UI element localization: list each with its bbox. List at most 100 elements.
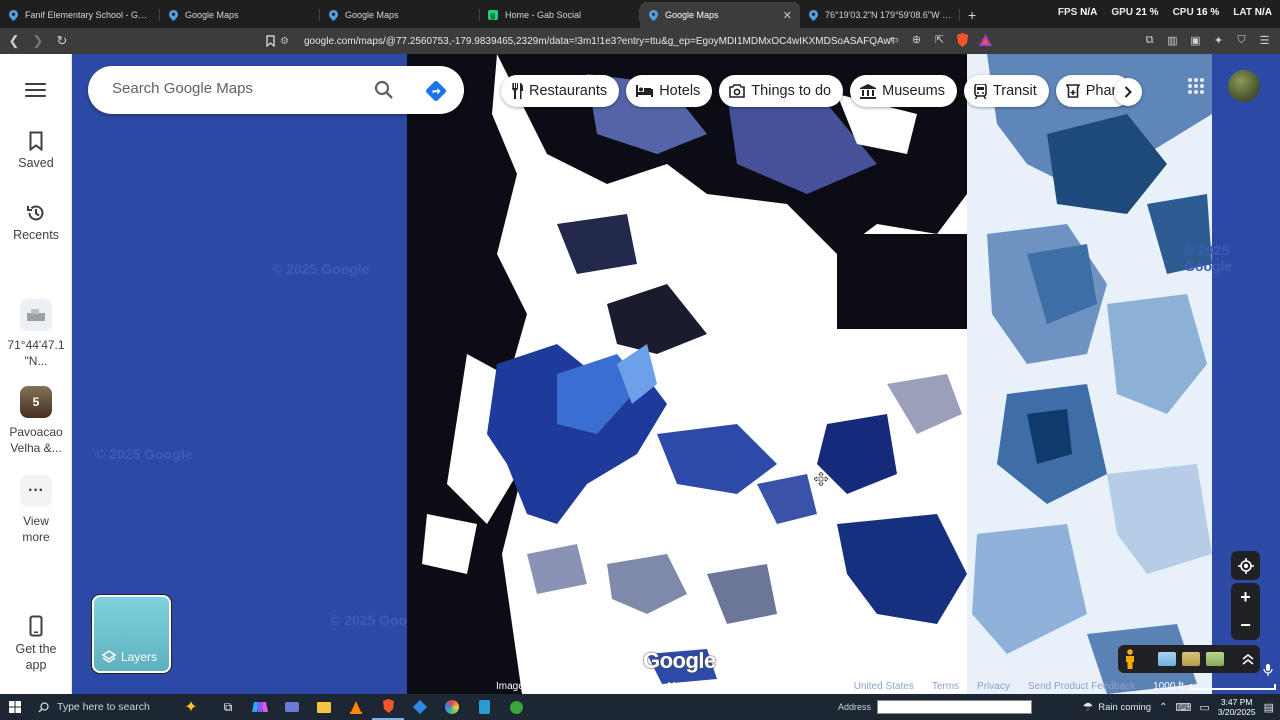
keyboard-icon[interactable]: ⌨ (1175, 701, 1191, 714)
extensions-icon[interactable]: ⧉ (1142, 33, 1157, 48)
chip-hotels[interactable]: Hotels (626, 75, 713, 107)
vpn-icon[interactable]: ⛉ (1234, 33, 1249, 48)
tab-3[interactable]: Google Maps (320, 2, 480, 28)
start-button[interactable] (0, 701, 30, 713)
windows-logo-icon (9, 701, 21, 713)
google-apps-button[interactable] (1188, 78, 1204, 94)
site-info-icon[interactable]: ⚙ (280, 36, 294, 47)
account-avatar[interactable] (1228, 70, 1260, 102)
recent-place-title-line1: Pavoacao (9, 425, 63, 439)
chip-things-to-do[interactable]: Things to do (719, 75, 844, 107)
address-input[interactable] (877, 700, 1033, 714)
layer-thumb-map[interactable] (1206, 652, 1224, 666)
screen-app[interactable] (276, 694, 308, 720)
terms-link[interactable]: Terms (932, 681, 959, 692)
share-icon[interactable]: ⇱ (932, 32, 947, 47)
taskbar-search[interactable]: Type here to search (30, 694, 170, 720)
xbox-app[interactable] (500, 694, 532, 720)
feedback-link[interactable]: Send Product Feedback (1028, 681, 1135, 692)
photo-count-badge: 5 (20, 386, 52, 418)
menu-icon[interactable]: ☰ (1257, 33, 1272, 48)
search-button[interactable] (373, 79, 395, 101)
tab-4[interactable]: g Home - Gab Social (480, 2, 640, 28)
view-more-button[interactable]: ··· View more (0, 475, 72, 545)
tab-5-active[interactable]: Google Maps ✕ (640, 2, 800, 28)
search-icon (38, 701, 49, 712)
paint-app[interactable] (436, 694, 468, 720)
scale-bar[interactable]: 1000 ft (1153, 681, 1276, 692)
chip-label: Museums (882, 83, 945, 99)
brave-shields-icon[interactable] (955, 32, 970, 47)
chip-label: Restaurants (529, 83, 608, 99)
move-cursor-icon (814, 472, 828, 486)
directions-button[interactable] (424, 79, 448, 103)
camera-icon (729, 84, 746, 98)
tab-6[interactable]: 76°19'03.2"N 179°59'08.6"W - Goog (800, 2, 960, 28)
diamond-app-icon (413, 700, 427, 714)
vlc-app[interactable] (340, 694, 372, 720)
search-input[interactable] (112, 80, 352, 97)
sidebar-icon[interactable]: ▥ (1165, 33, 1180, 48)
map-canvas[interactable]: © 2025 Google © 2025 Google © 2025 Googl… (72, 54, 1212, 694)
weather-widget[interactable]: ☂ Rain coming (1083, 700, 1152, 714)
visual-studio-app[interactable] (404, 694, 436, 720)
palette-icon (445, 700, 459, 714)
new-tab-button[interactable]: + (960, 2, 984, 28)
back-button[interactable]: ❮ (4, 31, 24, 51)
scale-ruler (1189, 683, 1276, 690)
zoom-icon[interactable]: ⊕ (909, 32, 924, 47)
tab-title: Home - Gab Social (505, 10, 582, 20)
brave-browser-app[interactable] (372, 694, 404, 720)
zoom-in-button[interactable]: + (1231, 584, 1260, 612)
chevron-up-icon[interactable] (1242, 653, 1254, 665)
copilot-icon (252, 702, 268, 712)
forward-button[interactable]: ❯ (28, 31, 48, 51)
directions-icon (426, 81, 446, 101)
my-location-button[interactable] (1231, 551, 1260, 580)
copilot-app[interactable] (244, 694, 276, 720)
layer-thumb-satellite[interactable] (1182, 652, 1200, 666)
file-explorer-app[interactable] (308, 694, 340, 720)
layer-thumb-terrain[interactable] (1158, 652, 1176, 666)
wallet-icon[interactable]: ▣ (1188, 33, 1203, 48)
saved-button[interactable]: Saved (0, 131, 72, 171)
maps-pin-icon (648, 9, 658, 21)
browser-toolbar: ❮ ❯ ↻ ⚙ google.com/maps/@77.2560753,-179… (0, 28, 1280, 54)
museum-icon (860, 83, 877, 99)
brave-icon (382, 699, 394, 713)
task-view-button[interactable]: ⧉ (212, 694, 244, 720)
main-menu-button[interactable] (25, 83, 46, 97)
brave-rewards-icon[interactable] (978, 32, 993, 47)
chips-next-button[interactable] (1114, 78, 1142, 106)
search-box (88, 66, 464, 114)
chip-restaurants[interactable]: Restaurants (501, 75, 620, 107)
recent-place-coordinates[interactable]: 71°44'47.1 "N... (0, 299, 72, 369)
close-tab-icon[interactable]: ✕ (783, 9, 792, 22)
privacy-link[interactable]: Privacy (977, 681, 1010, 692)
recent-place-pavoacao[interactable]: 5 Pavoacao Velha &... (0, 386, 72, 456)
chevron-up-icon[interactable]: ⌃ (1159, 702, 1167, 713)
clock[interactable]: 3:47 PM 3/20/2025 (1218, 697, 1256, 717)
network-icon[interactable]: ▭ (1199, 701, 1209, 714)
chip-transit[interactable]: Transit (963, 75, 1049, 107)
country-link[interactable]: United States (854, 681, 914, 692)
notifications-icon[interactable]: ▤ (1264, 701, 1274, 714)
leo-ai-icon[interactable]: ✦ (1211, 33, 1226, 48)
reload-button[interactable]: ↻ (52, 31, 72, 51)
layers-toggle[interactable]: Layers (92, 595, 171, 673)
calculator-app[interactable] (468, 694, 500, 720)
tab-2[interactable]: Google Maps (160, 2, 320, 28)
bookmark-button[interactable] (260, 31, 280, 51)
copilot-sparkle-button[interactable]: ✦ (170, 694, 212, 720)
calculator-icon (478, 700, 490, 714)
zoom-out-button[interactable]: − (1231, 612, 1260, 640)
pegman-icon[interactable] (1124, 649, 1136, 669)
tab-1[interactable]: Fanif Elementary School - Google M (0, 2, 160, 28)
address-bar-actions: ▭ ⊕ ⇱ (886, 32, 993, 47)
hamburger-icon (25, 83, 46, 97)
get-the-app-button[interactable]: Get the app (0, 615, 72, 673)
recents-button[interactable]: Recents (0, 203, 72, 243)
chip-museums[interactable]: Museums (850, 75, 957, 107)
cast-icon[interactable]: ▭ (886, 32, 901, 47)
maps-pin-icon (8, 9, 18, 21)
